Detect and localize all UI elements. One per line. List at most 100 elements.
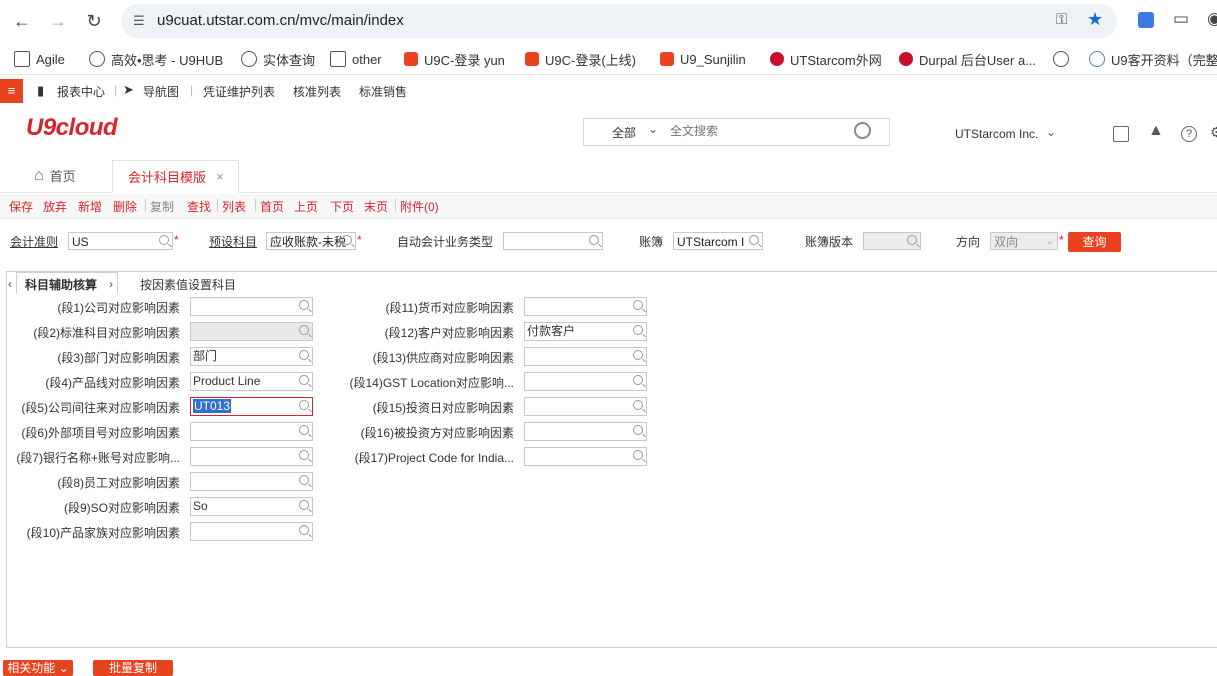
list-action[interactable]: 列表 [222, 198, 246, 215]
search-input[interactable] [670, 122, 840, 140]
segment-field[interactable] [524, 297, 647, 316]
extension-icon[interactable] [1138, 12, 1154, 28]
lookup-icon[interactable] [589, 235, 599, 245]
segment-field[interactable]: 付款客户 [524, 322, 647, 341]
lookup-icon[interactable] [633, 325, 643, 335]
save-action[interactable]: 保存 [9, 198, 33, 215]
settings-icon[interactable]: ⚙ [1210, 124, 1217, 141]
site-info-icon[interactable]: ☰ [133, 13, 145, 29]
subtab-account-aux[interactable]: 科目辅助核算 [16, 272, 118, 294]
first-action[interactable]: 首页 [260, 198, 284, 215]
search-icon[interactable] [854, 122, 871, 139]
lookup-icon[interactable] [633, 425, 643, 435]
forward-icon[interactable]: → [46, 9, 70, 33]
top-link-standard-sales[interactable]: 标准销售 [359, 83, 407, 100]
lookup-icon[interactable] [299, 450, 309, 460]
top-link-voucher-list[interactable]: 凭证维护列表 [203, 83, 275, 100]
find-action[interactable]: 查找 [187, 198, 211, 215]
discard-action[interactable]: 放弃 [43, 198, 67, 215]
prev-action[interactable]: 上页 [294, 198, 318, 215]
last-action[interactable]: 末页 [364, 198, 388, 215]
auto-type-field[interactable] [503, 232, 603, 250]
batch-copy-button[interactable]: 批量复制 [93, 660, 173, 676]
back-icon[interactable]: ← [10, 9, 34, 33]
segment-field[interactable]: UT013 [190, 397, 313, 416]
close-icon[interactable]: × [216, 169, 224, 184]
org-selector[interactable]: UTStarcom Inc. [955, 127, 1038, 141]
segment-field[interactable] [190, 472, 313, 491]
lookup-icon[interactable] [159, 235, 169, 245]
segment-field[interactable] [524, 397, 647, 416]
lookup-icon[interactable] [299, 350, 309, 360]
attachments-action[interactable]: 附件(0) [400, 198, 439, 215]
bookmark-item[interactable]: 高效•思考 - U9HUB [89, 49, 223, 69]
query-button[interactable]: 查询 [1068, 232, 1121, 252]
new-action[interactable]: 新增 [78, 198, 102, 215]
lookup-icon[interactable] [749, 235, 759, 245]
profile-icon[interactable]: ◉ [1207, 9, 1217, 29]
chevron-right-icon[interactable]: › [109, 277, 113, 291]
lookup-icon[interactable] [299, 475, 309, 485]
segment-field[interactable] [524, 347, 647, 366]
segment-field[interactable] [190, 522, 313, 541]
lookup-icon[interactable] [633, 400, 643, 410]
bookmark-item[interactable]: U9_Sunjilin [660, 49, 746, 69]
lookup-icon[interactable] [633, 300, 643, 310]
lookup-icon[interactable] [342, 235, 352, 245]
lookup-icon[interactable] [299, 375, 309, 385]
bookmark-item[interactable]: Durpal 后台User a... [899, 49, 1036, 69]
message-icon[interactable] [1113, 126, 1129, 142]
bookmark-item[interactable] [1053, 49, 1075, 69]
reload-icon[interactable]: ↻ [82, 9, 106, 33]
bookmark-item[interactable]: 实体查询 [241, 49, 315, 69]
key-icon[interactable]: ⚿ [1056, 11, 1067, 28]
bookmark-item[interactable]: U9C-登录 yun [404, 49, 505, 69]
preset-account-field[interactable]: 应收账款-未税 [266, 232, 356, 250]
lookup-icon[interactable] [299, 425, 309, 435]
chevron-down-icon[interactable]: ⌄ [648, 122, 658, 136]
puzzle-icon[interactable]: ▭ [1173, 9, 1189, 29]
chevron-down-icon[interactable]: ⌄ [1046, 125, 1056, 139]
address-bar[interactable]: ☰ u9cuat.utstar.com.cn/mvc/main/index ⚿ … [121, 4, 1117, 38]
accounting-standard-field[interactable]: US [68, 232, 173, 250]
related-functions-button[interactable]: 相关功能 ⌄ [3, 660, 73, 676]
next-action[interactable]: 下页 [330, 198, 354, 215]
bookmark-item[interactable]: U9C-登录(上线) [525, 49, 636, 69]
lookup-icon[interactable] [633, 450, 643, 460]
help-icon[interactable]: ? [1181, 126, 1197, 142]
copy-action[interactable]: 复制 [150, 198, 174, 215]
segment-field[interactable] [190, 447, 313, 466]
bookmark-item[interactable]: other [330, 49, 382, 69]
tab-home[interactable]: ⌂ 首页 [30, 160, 110, 191]
segment-field[interactable] [190, 422, 313, 441]
menu-icon[interactable]: ≡ [0, 79, 23, 103]
segment-field[interactable] [524, 447, 647, 466]
tab-account-template[interactable]: 会计科目模版 × [112, 160, 239, 193]
lookup-icon[interactable] [299, 525, 309, 535]
direction-select[interactable]: 双向 ⌄ [990, 232, 1058, 250]
bookmark-item[interactable]: Agile [14, 49, 65, 69]
search-scope[interactable]: 全部 [612, 124, 636, 141]
segment-field[interactable] [524, 372, 647, 391]
segment-field[interactable]: 部门 [190, 347, 313, 366]
segment-field[interactable]: Product Line [190, 372, 313, 391]
top-link-nav-map[interactable]: 导航图 [143, 83, 179, 100]
top-link-report-center[interactable]: 报表中心 [57, 83, 105, 100]
lookup-icon[interactable] [299, 400, 309, 410]
lookup-icon[interactable] [299, 500, 309, 510]
bookmark-item[interactable]: UTStarcom外网 [770, 49, 882, 69]
segment-field[interactable] [524, 422, 647, 441]
preset-account-label[interactable]: 预设科目 [209, 233, 257, 250]
lookup-icon[interactable] [633, 350, 643, 360]
top-link-approval-list[interactable]: 核准列表 [293, 83, 341, 100]
bookmark-item[interactable]: U9客开资料（完整... [1089, 49, 1217, 69]
star-icon[interactable]: ★ [1087, 9, 1103, 30]
delete-action[interactable]: 删除 [113, 198, 137, 215]
graduation-cap-icon[interactable]: ▲ [1148, 122, 1164, 140]
segment-field[interactable] [190, 297, 313, 316]
lookup-icon[interactable] [633, 375, 643, 385]
accounting-standard-label[interactable]: 会计准则 [10, 233, 58, 250]
book-field[interactable]: UTStarcom I [673, 232, 763, 250]
lookup-icon[interactable] [299, 300, 309, 310]
segment-field[interactable]: So [190, 497, 313, 516]
